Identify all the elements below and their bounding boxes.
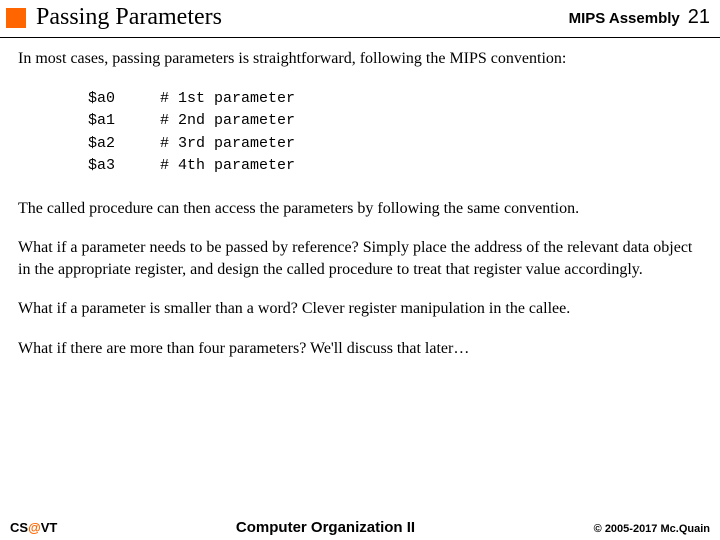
footer-right: © 2005-2017 Mc.Quain [594, 523, 710, 535]
paragraph-2: What if a parameter needs to be passed b… [18, 237, 702, 280]
intro-text: In most cases, passing parameters is str… [18, 48, 702, 70]
course-label: MIPS Assembly [569, 10, 680, 27]
slide-header: Passing Parameters MIPS Assembly 21 [0, 0, 720, 38]
footer-left: CS@VT [10, 520, 57, 535]
slide: Passing Parameters MIPS Assembly 21 In m… [0, 0, 720, 540]
slide-body: In most cases, passing parameters is str… [0, 38, 720, 360]
header-left: Passing Parameters [6, 4, 222, 31]
slide-title: Passing Parameters [36, 4, 222, 31]
paragraph-3: What if a parameter is smaller than a wo… [18, 298, 702, 320]
header-right: MIPS Assembly 21 [569, 6, 710, 29]
paragraph-4: What if there are more than four paramet… [18, 338, 702, 360]
footer-org-suffix: VT [41, 520, 58, 535]
slide-number: 21 [688, 6, 710, 29]
slide-footer: CS@VT Computer Organization II © 2005-20… [0, 519, 720, 536]
footer-org-prefix: CS [10, 520, 28, 535]
accent-square-icon [6, 8, 26, 28]
paragraph-1: The called procedure can then access the… [18, 198, 702, 220]
footer-at-icon: @ [28, 520, 41, 535]
footer-center: Computer Organization II [236, 519, 415, 536]
code-block: $a0 # 1st parameter $a1 # 2nd parameter … [88, 88, 702, 178]
